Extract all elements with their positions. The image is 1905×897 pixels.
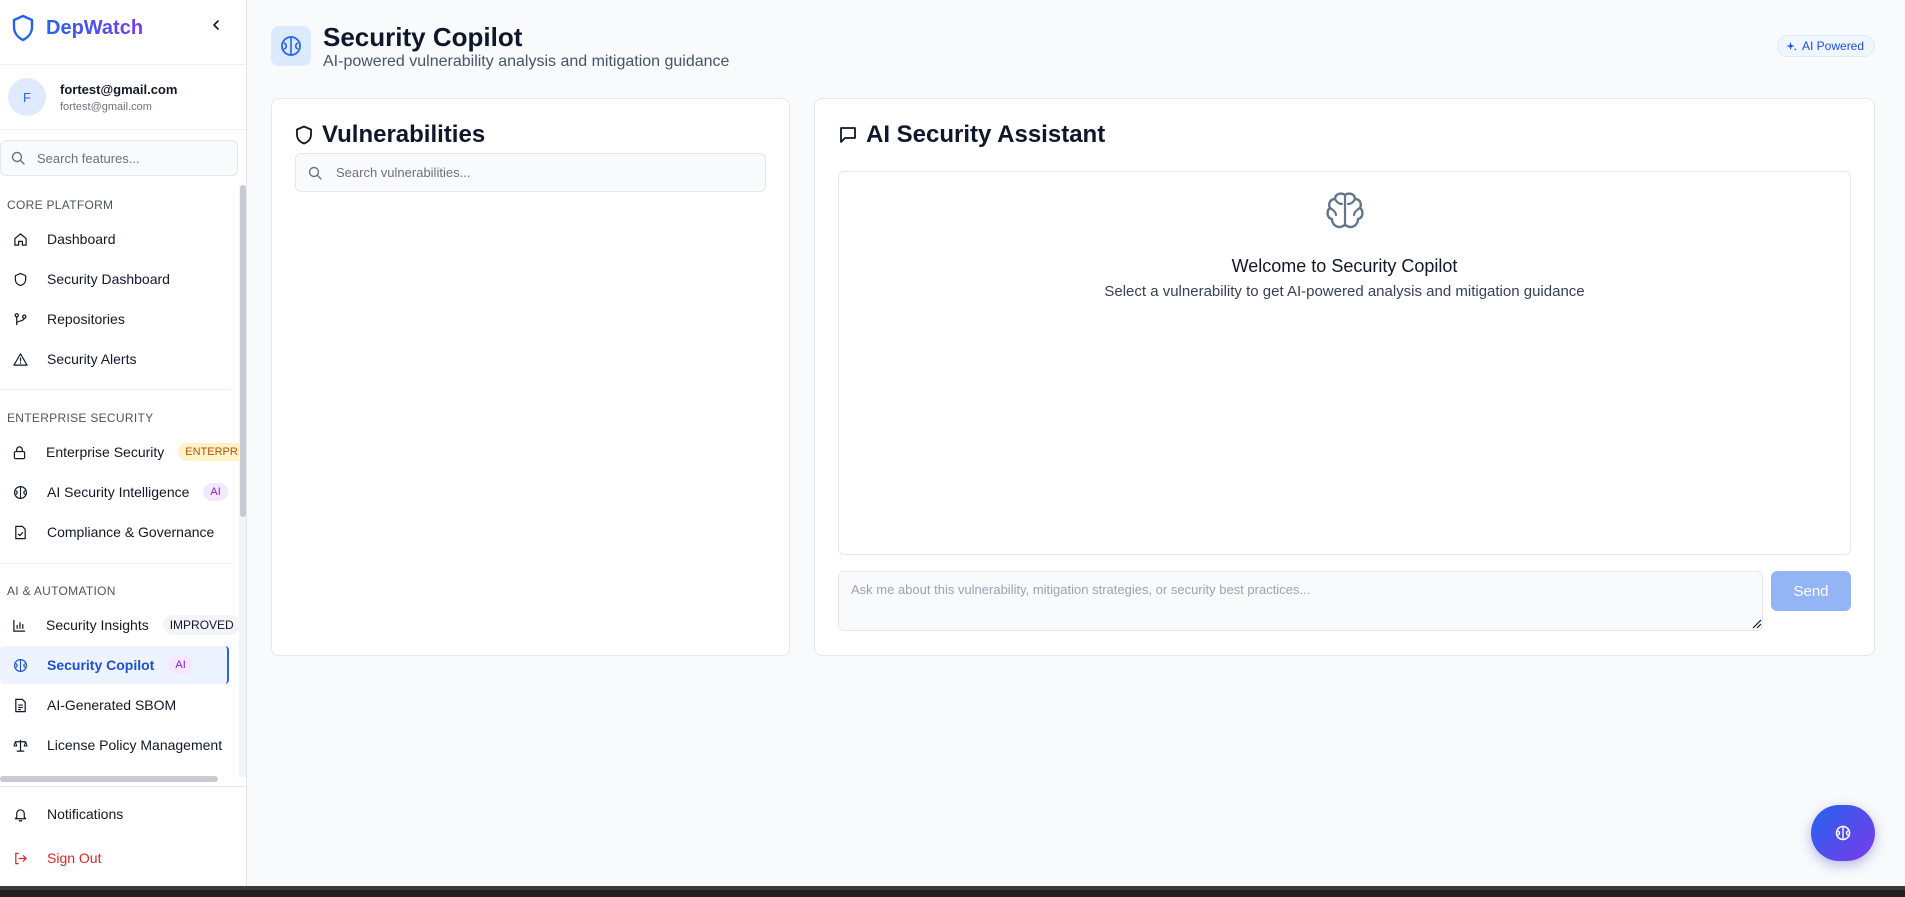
- search-icon: [11, 151, 25, 165]
- section-ai-automation: AI & AUTOMATION: [7, 584, 116, 598]
- sidebar-item-label: AI Security Intelligence: [47, 484, 190, 500]
- sidebar-item-security-dashboard[interactable]: Security Dashboard: [0, 260, 229, 298]
- chat-messages: Welcome to Security Copilot Select a vul…: [838, 171, 1851, 555]
- sidebar-item-label: Compliance & Governance: [47, 524, 215, 540]
- avatar: F: [8, 78, 46, 116]
- pill-label: AI Powered: [1802, 39, 1865, 53]
- sidebar-item-label: Security Copilot: [47, 657, 155, 673]
- brain-icon: [1835, 825, 1851, 841]
- sidebar-item-ai-security-intelligence[interactable]: AI Security Intelligence AI: [0, 473, 229, 511]
- message-square-icon: [840, 127, 856, 143]
- collapse-sidebar-button[interactable]: [205, 14, 227, 36]
- welcome-title: Welcome to Security Copilot: [1231, 256, 1458, 276]
- sidebar-footer: Notifications Sign Out: [0, 786, 246, 886]
- sidebar-item-label: AI-Generated SBOM: [47, 697, 177, 713]
- search-icon: [308, 166, 322, 180]
- sidebar-item-security-copilot[interactable]: Security Copilot AI: [0, 646, 229, 684]
- sidebar-item-dashboard[interactable]: Dashboard: [0, 220, 229, 258]
- sign-out-button[interactable]: Sign Out: [0, 839, 229, 877]
- vulnerabilities-title: Vulnerabilities: [295, 121, 485, 149]
- user-card[interactable]: F fortest@gmail.com fortest@gmail.com: [0, 64, 246, 130]
- sidebar-item-label: License Policy Management: [47, 737, 223, 753]
- scale-icon: [12, 737, 28, 753]
- home-icon: [12, 231, 28, 247]
- feature-search[interactable]: [0, 140, 238, 176]
- assistant-title: AI Security Assistant: [839, 121, 1105, 149]
- sidebar-item-compliance-governance[interactable]: Compliance & Governance: [0, 513, 229, 551]
- sidebar-item-label: Repositories: [47, 311, 125, 327]
- alert-triangle-icon: [12, 351, 28, 367]
- brain-icon: [271, 26, 311, 66]
- log-out-icon: [12, 850, 28, 866]
- sidebar-item-label: Dashboard: [47, 231, 116, 247]
- divider: [0, 563, 231, 564]
- sidebar: DepWatch F fortest@gmail.com fortest@gma…: [0, 0, 247, 886]
- shield-logo-icon: [10, 13, 36, 43]
- sidebar-item-label: Sign Out: [47, 850, 102, 866]
- sidebar-item-security-insights[interactable]: Security Insights IMPROVED: [0, 606, 241, 644]
- divider: [0, 389, 231, 390]
- sidebar-item-enterprise-security[interactable]: Enterprise Security ENTERPRISE: [0, 433, 246, 471]
- page-subtitle: AI-powered vulnerability analysis and mi…: [323, 53, 730, 70]
- ai-badge: AI: [168, 656, 193, 674]
- brain-icon: [1321, 188, 1369, 236]
- ai-badge: AI: [203, 483, 228, 501]
- send-button[interactable]: Send: [1771, 571, 1851, 611]
- ai-powered-badge: AI Powered: [1777, 35, 1876, 57]
- shield-icon: [12, 271, 28, 287]
- sidebar-item-ai-generated-sbom[interactable]: AI-Generated SBOM: [0, 686, 229, 724]
- assistant-panel: AI Security Assistant Welcome to Securit…: [814, 98, 1875, 656]
- sidebar-item-label: Notifications: [47, 806, 124, 822]
- window-bottom-edge: [0, 886, 1905, 897]
- sidebar-item-label: Security Dashboard: [47, 271, 170, 287]
- enterprise-badge: ENTERPRISE: [178, 443, 246, 461]
- sidebar-item-notifications[interactable]: Notifications: [0, 795, 229, 833]
- welcome-subtitle: Select a vulnerability to get AI-powered…: [1104, 283, 1585, 300]
- chat-input[interactable]: [838, 571, 1763, 631]
- vulnerability-search-input[interactable]: [336, 165, 756, 180]
- section-enterprise-security: ENTERPRISE SECURITY: [7, 411, 154, 425]
- sidebar-item-license-policy-management[interactable]: License Policy Management: [0, 726, 229, 764]
- app-name: DepWatch: [46, 16, 144, 39]
- scrollbar-thumb[interactable]: [240, 185, 246, 517]
- git-branch-icon: [12, 311, 28, 327]
- shield-icon: [296, 125, 312, 145]
- user-email: fortest@gmail.com: [60, 100, 152, 113]
- copilot-fab-button[interactable]: [1811, 805, 1875, 861]
- user-name: fortest@gmail.com: [60, 81, 178, 97]
- sidebar-item-label: Security Insights: [46, 617, 149, 633]
- vulnerabilities-panel: Vulnerabilities: [271, 98, 790, 656]
- scrollbar-thumb[interactable]: [0, 776, 218, 782]
- nav-list: CORE PLATFORM Dashboard Security Dashboa…: [0, 185, 246, 777]
- vulnerability-search[interactable]: [295, 153, 766, 192]
- brain-icon: [12, 657, 28, 673]
- section-core-platform: CORE PLATFORM: [7, 198, 114, 212]
- bar-chart-icon: [12, 617, 27, 633]
- resize-handle-icon[interactable]: [1752, 619, 1762, 629]
- sidebar-item-security-alerts[interactable]: Security Alerts: [0, 340, 229, 378]
- feature-search-input[interactable]: [37, 150, 227, 166]
- improved-badge: IMPROVED: [162, 615, 241, 635]
- sidebar-vertical-scrollbar[interactable]: [239, 185, 246, 777]
- bell-icon: [12, 806, 28, 822]
- sidebar-item-label: Enterprise Security: [46, 444, 165, 460]
- brain-icon: [12, 484, 28, 500]
- file-check-icon: [12, 524, 28, 540]
- page-title: Security Copilot: [323, 22, 523, 52]
- lock-icon: [12, 444, 27, 460]
- sparkles-icon: [1786, 41, 1797, 51]
- chevron-left-icon: [213, 20, 219, 30]
- sidebar-item-repositories[interactable]: Repositories: [0, 300, 229, 338]
- file-text-icon: [12, 697, 28, 713]
- sidebar-horizontal-scrollbar[interactable]: [0, 775, 240, 783]
- sidebar-item-label: Security Alerts: [47, 351, 137, 367]
